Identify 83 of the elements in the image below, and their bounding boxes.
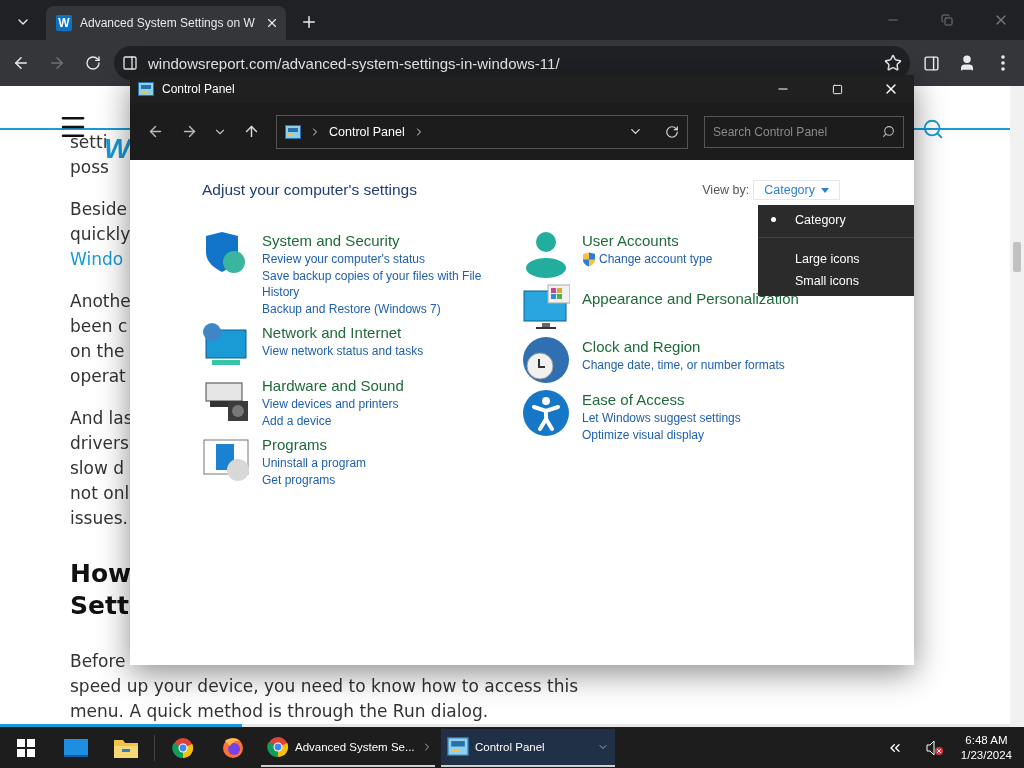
- article-text: issues.: [70, 507, 128, 531]
- chrome-icon: [172, 736, 194, 759]
- plus-icon: [300, 13, 318, 31]
- clock-date: 1/23/2024: [960, 747, 1012, 763]
- clock-time: 6:48 AM: [965, 732, 1008, 748]
- article-text: been c: [70, 315, 128, 339]
- search-icon[interactable]: [882, 124, 895, 138]
- browser-tab[interactable]: W Advanced System Settings on W: [46, 6, 286, 40]
- category-title[interactable]: Clock and Region: [582, 336, 785, 357]
- category-title[interactable]: Ease of Access: [582, 389, 741, 410]
- more-icon: [1001, 55, 1005, 71]
- monitor-icon: [522, 283, 570, 331]
- article-text: menu. A quick method is through the Run dialog.: [70, 700, 489, 724]
- article-heading: Sett: [70, 590, 129, 623]
- category-title[interactable]: User Accounts: [582, 230, 713, 251]
- article-text: drivers: [70, 432, 129, 456]
- task-link[interactable]: Change account type: [582, 251, 713, 268]
- category-title[interactable]: System and Security: [262, 230, 492, 251]
- task-link[interactable]: Change date, time, or number formats: [582, 357, 785, 374]
- system-clock[interactable]: 6:48 AM 1/23/2024: [952, 732, 1024, 763]
- firefox-icon: [222, 736, 244, 759]
- control-panel-icon: [447, 737, 469, 756]
- article-text: on the: [70, 340, 125, 364]
- address-bar[interactable]: Control Panel: [276, 114, 688, 149]
- article-text: poss: [70, 157, 109, 180]
- task-link[interactable]: Save backup copies of your files with File History: [262, 267, 492, 301]
- folder-icon: [114, 737, 138, 758]
- article-text: speed up your device, you need to know how to access this: [70, 675, 578, 699]
- page-heading: Adjust your computer's settings: [202, 181, 417, 199]
- category-title[interactable]: Hardware and Sound: [262, 375, 404, 396]
- search-field[interactable]: Search Control Panel: [704, 115, 904, 148]
- profile-icon: [958, 54, 976, 72]
- url-text: windowsreport.com/advanced-system-settings-in-windows-11/: [148, 54, 561, 72]
- reload-icon: [85, 55, 101, 71]
- muted-speaker-icon: [925, 739, 944, 756]
- view-by-dropdown[interactable]: Category: [753, 180, 840, 200]
- taskbar-app-button[interactable]: Advanced System Se...: [261, 728, 435, 767]
- scrollbar-thumb[interactable]: [1013, 242, 1021, 272]
- article-text: not onl: [70, 482, 130, 506]
- control-panel-icon: [138, 82, 154, 96]
- control-panel-icon: [285, 124, 301, 139]
- forward-arrow-icon: [48, 54, 66, 72]
- task-link[interactable]: View network status and tasks: [262, 343, 424, 360]
- article-text: operat: [70, 365, 126, 389]
- task-link[interactable]: Uninstall a program: [262, 455, 367, 472]
- chrome-icon: [267, 735, 289, 758]
- article-heading: How: [70, 558, 132, 591]
- bullet-icon: [771, 217, 776, 222]
- task-link[interactable]: Optimize visual display: [582, 426, 741, 443]
- view-by-label: View by:: [702, 183, 750, 197]
- menu-item[interactable]: Category: [758, 209, 914, 238]
- task-link[interactable]: Get programs: [262, 471, 367, 488]
- article-text: Beside: [70, 198, 127, 222]
- accessibility-icon: [522, 389, 570, 437]
- task-link[interactable]: Let Windows suggest settings: [582, 410, 741, 427]
- scrollbar[interactable]: [1010, 86, 1024, 727]
- bookmark-star-icon[interactable]: [884, 54, 902, 72]
- menu-item[interactable]: Large icons: [758, 248, 914, 270]
- site-favicon: W: [56, 15, 72, 31]
- uac-shield-icon: [582, 251, 596, 267]
- task-link[interactable]: View devices and printers: [262, 396, 404, 413]
- side-panel-icon: [922, 54, 940, 72]
- breadcrumb-item[interactable]: Control Panel: [329, 124, 405, 139]
- refresh-icon[interactable]: [665, 124, 679, 139]
- globe-clock-icon: [522, 336, 570, 384]
- task-link[interactable]: Review your computer's status: [262, 251, 492, 268]
- search-icon[interactable]: [922, 118, 944, 141]
- tab-title: Advanced System Settings on W: [80, 16, 255, 30]
- window-title: Control Panel: [162, 82, 235, 96]
- maximize-icon: [831, 83, 843, 95]
- category-title[interactable]: Network and Internet: [262, 322, 424, 343]
- article-text: slow d: [70, 457, 125, 481]
- desktop-icon: [64, 738, 88, 757]
- article-text: Anothe: [70, 290, 131, 314]
- caret-icon: [821, 187, 829, 193]
- task-link[interactable]: Backup and Restore (Windows 7): [262, 300, 492, 317]
- category-title[interactable]: Programs: [262, 434, 367, 455]
- taskbar-app-button[interactable]: Control Panel: [441, 728, 615, 767]
- task-link[interactable]: Add a device: [262, 412, 404, 429]
- restore-icon: [941, 14, 953, 26]
- article-text: quickly: [70, 223, 131, 247]
- article-text: Before: [70, 650, 126, 674]
- windows-logo-icon: [17, 738, 35, 757]
